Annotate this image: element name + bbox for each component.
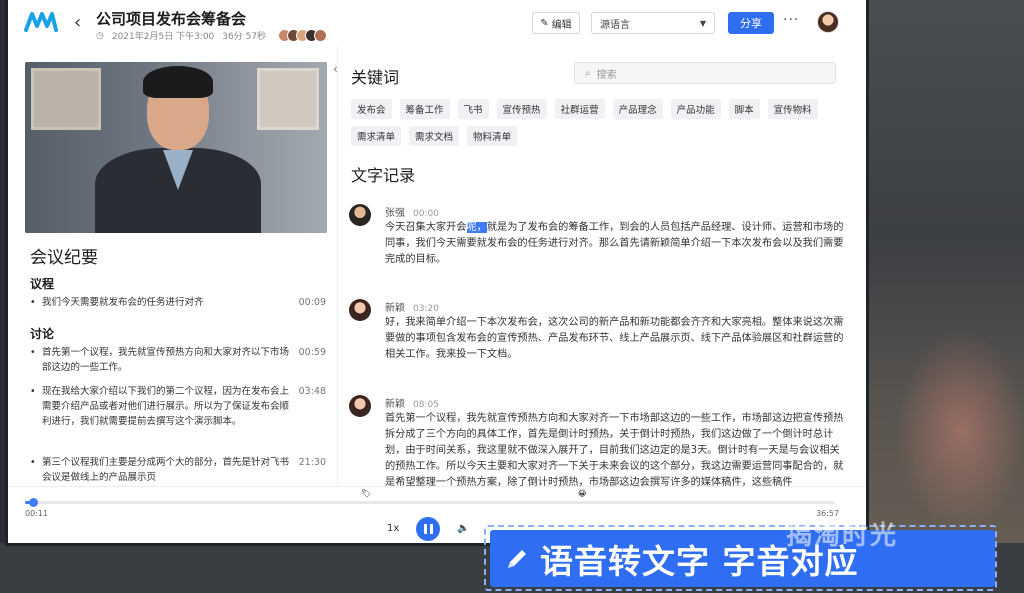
keyword-tag[interactable]: 社群运营: [554, 99, 605, 119]
emoji-marker-icon[interactable]: 😀: [578, 489, 586, 498]
progress-bar[interactable]: [25, 498, 835, 507]
speaker-avatar: [349, 299, 371, 321]
search-input[interactable]: ⌕ 搜索: [574, 62, 836, 84]
keyword-tag[interactable]: 脚本: [728, 99, 760, 119]
watermark: 揭淘时光: [786, 521, 899, 551]
app-logo-icon: [24, 12, 58, 32]
meeting-meta: ◷ 2021年2月5日 下午3:00 36分 57秒: [96, 29, 328, 42]
agenda-item[interactable]: • 我们今天需要就发布会的任务进行对齐 00:09: [30, 295, 326, 310]
pause-icon: [423, 524, 427, 534]
transcript-text[interactable]: 今天召集大家开会呢，就是为了发布会的筹备工作，到会的人员包括产品经理、设计师、运…: [385, 220, 845, 268]
meeting-duration: 36分 57秒: [222, 32, 267, 42]
meeting-date: 2021年2月5日 下午3:00: [111, 32, 215, 42]
keyword-tag[interactable]: 产品功能: [670, 99, 721, 119]
pen-icon: [508, 549, 526, 568]
discussion-item[interactable]: • 第三个议程我们主要是分成两个大的部分，首先是针对飞书会议是做线上的产品展示页…: [30, 455, 326, 485]
summary-panel: 会议纪要 议程 • 我们今天需要就发布会的任务进行对齐 00:09 讨论 • 首…: [8, 46, 338, 486]
discussion-item[interactable]: • 首先第一个议程，我先就宣传预热方向和大家对齐以下市场部这边的一些工作。 00…: [30, 345, 326, 375]
video-player[interactable]: [25, 62, 327, 233]
keyword-tag[interactable]: 产品理念: [612, 99, 663, 119]
speaker-name: 张强: [385, 208, 405, 219]
language-select[interactable]: 源语言 ▼: [591, 12, 715, 34]
marker-icon[interactable]: 🏷: [361, 489, 371, 498]
user-avatar[interactable]: [817, 11, 839, 33]
transcript-text[interactable]: 首先第一个议程，我先就宣传预热方向和大家对齐一下市场部这边的一些工作，市场部这边…: [385, 411, 845, 486]
discussion-item[interactable]: • 现在我给大家介绍以下我们的第二个议程，因为在发布会上需要介绍产品或者对他们进…: [30, 384, 326, 429]
volume-icon[interactable]: 🔈: [457, 523, 469, 534]
search-icon: ⌕: [585, 67, 591, 79]
agenda-heading: 议程: [30, 277, 55, 291]
feature-caption: 语音转文字 字音对应: [490, 530, 995, 587]
clock-icon: ◷: [96, 30, 104, 41]
app-window: ‹ 公司项目发布会筹备会 ◷ 2021年2月5日 下午3:00 36分 57秒 …: [8, 0, 866, 543]
speaker-name: 新颖: [385, 303, 405, 314]
header: ‹ 公司项目发布会筹备会 ◷ 2021年2月5日 下午3:00 36分 57秒 …: [8, 0, 866, 46]
collapse-panel-icon[interactable]: ‹: [333, 62, 338, 76]
playback-speed-button[interactable]: 1x: [387, 523, 399, 534]
speaker-avatar: [349, 204, 371, 226]
transcript-title: 文字记录: [351, 166, 416, 185]
transcript-panel: 关键词 ⌕ 搜索 发布会 筹备工作 飞书 宣传预热 社群运营 产品理念 产品功能 脚本 宣传物料…: [339, 46, 866, 486]
more-menu-button[interactable]: ···: [783, 12, 799, 28]
avatar: [314, 29, 328, 42]
back-button[interactable]: ‹: [74, 12, 81, 33]
caret-down-icon: ▼: [699, 18, 706, 28]
speaker-timestamp: 00:00: [413, 209, 439, 219]
speaker-avatar: [349, 395, 371, 417]
transcript-text[interactable]: 好，我来简单介绍一下本次发布会，这次公司的新产品和新功能都会齐齐和大家亮相。整体…: [385, 315, 845, 363]
edit-button[interactable]: ✎ 编辑: [532, 12, 580, 34]
discussion-heading: 讨论: [30, 327, 55, 341]
background-frame: [866, 0, 1024, 593]
highlighted-word: 呢，: [466, 222, 487, 233]
keyword-tag[interactable]: 需求文档: [409, 126, 460, 146]
keyword-tag[interactable]: 宣传物料: [767, 99, 818, 119]
keyword-tags: 发布会 筹备工作 飞书 宣传预热 社群运营 产品理念 产品功能 脚本 宣传物料需求清单 需求文档物…: [351, 99, 851, 146]
keyword-tag[interactable]: 物料清单: [467, 126, 518, 146]
keywords-title: 关键词: [351, 68, 400, 87]
keyword-tag[interactable]: 筹备工作: [399, 99, 450, 119]
progress-handle[interactable]: [29, 498, 39, 507]
participant-avatars[interactable]: [278, 29, 328, 42]
summary-title: 会议纪要: [30, 248, 98, 268]
keyword-tag[interactable]: 飞书: [457, 99, 489, 119]
speaker-timestamp: 03:20: [413, 304, 439, 314]
meeting-title: 公司项目发布会筹备会: [96, 10, 247, 28]
current-time: 00:11: [25, 509, 49, 518]
speaker-name: 新颖: [385, 399, 405, 410]
keyword-tag[interactable]: 宣传预热: [496, 99, 547, 119]
speaker-timestamp: 08:05: [413, 400, 439, 410]
keyword-tag[interactable]: 需求清单: [351, 126, 402, 146]
pause-button[interactable]: [416, 517, 440, 541]
pencil-icon: ✎: [540, 17, 549, 29]
keyword-tag[interactable]: 发布会: [351, 99, 392, 119]
share-button[interactable]: 分享: [728, 12, 774, 34]
